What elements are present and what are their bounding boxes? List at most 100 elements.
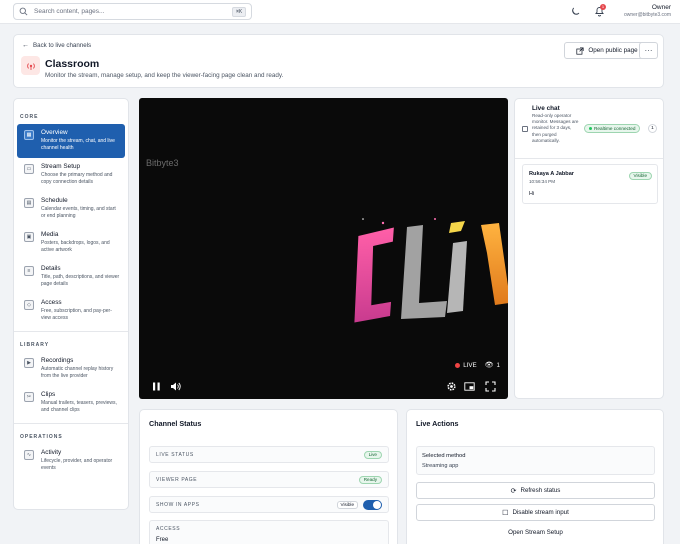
- sidebar-item-media[interactable]: ▣ Media Posters, backdrops, logos, and a…: [17, 226, 125, 260]
- sidebar-section-operations: OPERATIONS: [20, 434, 63, 440]
- viewer-page-row: VIEWER PAGE Ready: [149, 471, 389, 488]
- open-public-page-button[interactable]: Open public page: [564, 42, 650, 59]
- shield-icon: ◇: [24, 300, 34, 310]
- back-link[interactable]: ← Back to live channels: [22, 42, 91, 49]
- clips-icon: ✂: [24, 392, 34, 402]
- channel-status-card: Channel Status LIVE STATUS Live VIEWER P…: [139, 409, 398, 544]
- chat-message: Rukaya A Jabbar 10:56:34 PM Visible Hi: [522, 164, 658, 204]
- image-icon: ▣: [24, 232, 34, 242]
- selected-method-key: Selected method: [422, 453, 466, 459]
- external-link-icon: [576, 46, 584, 55]
- viewer-count: 1: [496, 361, 500, 369]
- status-dot-icon: [589, 127, 592, 130]
- live-label: LIVE: [463, 361, 477, 369]
- player-watermark: Bitbyte3: [146, 158, 179, 168]
- sidebar-section-library: LIBRARY: [20, 342, 50, 348]
- live-indicator: LIVE 👁 1: [455, 361, 500, 369]
- live-status-row: LIVE STATUS Live: [149, 446, 389, 463]
- sidebar-item-desc: Choose the primary method and copy conne…: [41, 172, 113, 185]
- sidebar-item-recordings[interactable]: ▶ Recordings Automatic channel replay hi…: [17, 352, 125, 386]
- sidebar-item-stream-setup[interactable]: ▭ Stream Setup Choose the primary method…: [17, 158, 125, 192]
- sidebar-item-desc: Automatic channel replay history from th…: [41, 366, 114, 379]
- sidebar-item-access[interactable]: ◇ Access Free, subscription, and pay-per…: [17, 294, 125, 328]
- picture-in-picture-icon[interactable]: [464, 381, 475, 392]
- live-status-key: LIVE STATUS: [156, 452, 194, 458]
- sidebar-item-desc: Monitor the stream, chat, and live chann…: [41, 138, 115, 151]
- page-subtitle: Monitor the stream, manage setup, and ke…: [45, 72, 284, 79]
- user-menu[interactable]: Owner owner@bitbyte3.com: [624, 4, 671, 18]
- sidebar-item-title: Recordings: [41, 357, 74, 364]
- chat-header: Live chat Read-only operator monitor. Me…: [515, 99, 663, 159]
- live-actions-card: Live Actions Selected method Streaming a…: [406, 409, 664, 544]
- viewer-page-key: VIEWER PAGE: [156, 477, 198, 483]
- search-placeholder: Search content, pages...: [34, 8, 105, 15]
- live-dot-icon: [455, 362, 461, 368]
- player-controls: [139, 375, 508, 399]
- fullscreen-icon[interactable]: [485, 381, 496, 392]
- realtime-status-badge: Realtime connected: [584, 124, 641, 133]
- pause-icon[interactable]: [151, 381, 162, 392]
- details-icon: ≡: [24, 266, 34, 276]
- top-bar: Search content, pages... ⌘K 1 Owner owne…: [0, 0, 680, 24]
- open-stream-setup-button[interactable]: Open Stream Setup: [416, 529, 655, 536]
- chat-description: Read-only operator monitor. Messages are…: [532, 113, 579, 143]
- show-in-apps-tag: Visible: [336, 501, 358, 509]
- sidebar-item-desc: Calendar events, timing, and start or en…: [41, 206, 116, 219]
- chat-message-visibility-badge[interactable]: Visible: [628, 172, 652, 180]
- page-title: Classroom: [45, 58, 100, 70]
- open-public-label: Open public page: [588, 47, 638, 54]
- access-value: Free: [156, 537, 169, 543]
- sidebar-item-title: Stream Setup: [41, 163, 81, 170]
- sidebar-item-overview[interactable]: ▦ Overview Monitor the stream, chat, and…: [17, 124, 125, 158]
- sidebar-item-desc: Free, subscription, and pay-per-view acc…: [41, 308, 112, 321]
- show-in-apps-key: SHOW IN APPS: [156, 502, 200, 508]
- realtime-label: Realtime connected: [594, 126, 636, 131]
- access-row: ACCESS Free: [149, 520, 389, 544]
- sidebar-item-clips[interactable]: ✂ Clips Manual trailers, teasers, previe…: [17, 386, 125, 420]
- sidebar-item-title: Access: [41, 299, 62, 306]
- chat-message-time: 10:56:34 PM: [529, 179, 556, 184]
- chat-message-author: Rukaya A Jabbar: [529, 171, 574, 177]
- chat-count-badge: 1: [648, 124, 657, 133]
- more-options-button[interactable]: ···: [639, 42, 658, 59]
- calendar-icon: ▤: [24, 198, 34, 208]
- selected-method-box: Selected method Streaming app: [416, 446, 655, 475]
- sidebar-item-schedule[interactable]: ▤ Schedule Calendar events, timing, and …: [17, 192, 125, 226]
- stop-square-icon: ☐: [502, 509, 509, 517]
- live-actions-title: Live Actions: [416, 419, 459, 428]
- access-key: ACCESS: [156, 526, 181, 532]
- notifications-button[interactable]: 1: [594, 4, 606, 17]
- live-status-badge: Live: [363, 451, 382, 459]
- sidebar-item-desc: Manual trailers, teasers, previews, and …: [41, 400, 117, 413]
- volume-icon[interactable]: [170, 381, 181, 392]
- moon-icon[interactable]: [570, 6, 581, 17]
- sidebar-item-title: Schedule: [41, 197, 68, 204]
- sidebar-item-desc: Lifecycle, provider, and operator events: [41, 458, 113, 471]
- sidebar-item-title: Details: [41, 265, 61, 272]
- refresh-status-button[interactable]: ⟳ Refresh status: [416, 482, 655, 499]
- eye-icon: 👁: [484, 362, 494, 369]
- show-in-apps-toggle[interactable]: [363, 500, 382, 510]
- back-label: Back to live channels: [33, 42, 92, 49]
- user-name: Owner: [651, 4, 671, 11]
- sidebar-item-activity[interactable]: ∿ Activity Lifecycle, provider, and oper…: [17, 444, 125, 478]
- sidebar-item-title: Media: [41, 231, 59, 238]
- sidebar-item-desc: Posters, backdrops, logos, and active ar…: [41, 240, 110, 253]
- sidebar-item-desc: Title, path, descriptions, and viewer pa…: [41, 274, 120, 287]
- search-input[interactable]: Search content, pages... ⌘K: [13, 3, 252, 20]
- chat-message-text: Hi: [529, 191, 535, 197]
- disable-stream-input-button[interactable]: ☐ Disable stream input: [416, 504, 655, 521]
- sidebar-section-core: CORE: [20, 114, 39, 120]
- stream-setup-icon: ▭: [24, 164, 34, 174]
- overview-icon: ▦: [24, 130, 34, 140]
- sidebar-item-title: Overview: [41, 129, 68, 136]
- refresh-label: Refresh status: [520, 487, 561, 494]
- ellipsis-icon: ···: [644, 46, 653, 55]
- video-player[interactable]: Bitbyte3 LIVE 👁 1: [139, 98, 508, 399]
- settings-gear-icon[interactable]: [446, 381, 457, 392]
- notification-badge: 1: [600, 4, 606, 10]
- chat-monitor-checkbox[interactable]: [522, 126, 528, 132]
- sidebar-item-details[interactable]: ≡ Details Title, path, descriptions, and…: [17, 260, 125, 294]
- chat-title: Live chat: [532, 105, 560, 112]
- disable-label: Disable stream input: [512, 509, 569, 516]
